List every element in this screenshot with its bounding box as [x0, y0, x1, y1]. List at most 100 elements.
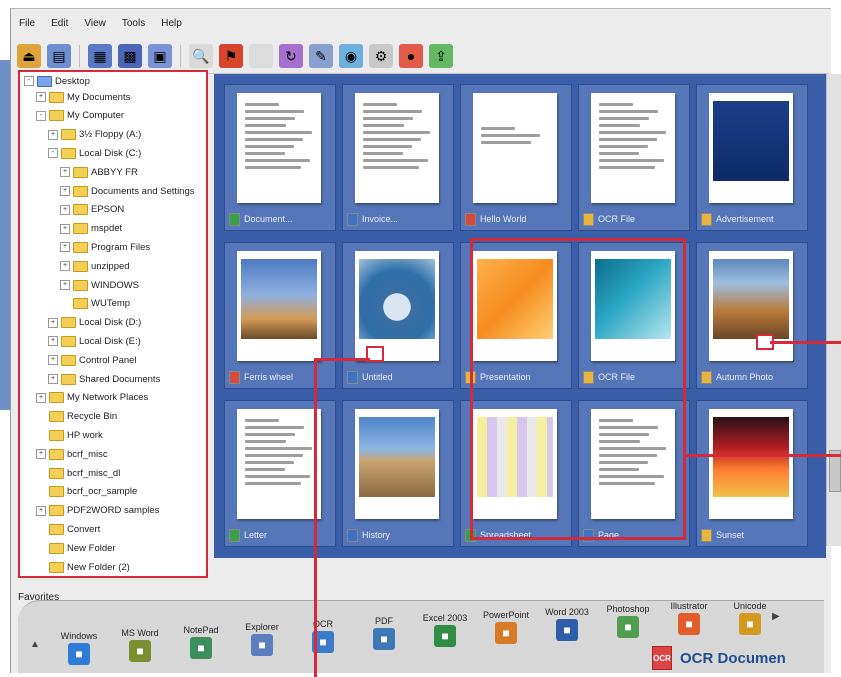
expand-icon[interactable]: + — [36, 92, 46, 102]
tree-item[interactable]: + WINDOWS — [60, 278, 139, 292]
expand-icon[interactable]: + — [48, 355, 58, 366]
view-icon[interactable]: ◉ — [339, 44, 363, 68]
expand-icon[interactable]: + — [60, 186, 70, 196]
edit-icon[interactable]: ✎ — [309, 44, 333, 68]
thumbnail-label-text: Untitled — [362, 372, 393, 382]
expand-icon[interactable]: + — [36, 449, 46, 460]
expand-icon[interactable]: + — [60, 167, 70, 178]
bookmark-icon[interactable]: ⚑ — [219, 44, 243, 68]
dock-item[interactable]: Word 2003 ■ — [542, 607, 592, 641]
dock-item-label: Explorer — [245, 622, 279, 632]
menu-help[interactable]: Help — [161, 18, 182, 29]
menu-view[interactable]: View — [84, 18, 106, 29]
thumbnail-item[interactable]: Sunset — [696, 400, 808, 547]
blank-icon[interactable] — [249, 44, 273, 68]
images-icon[interactable]: ▩ — [118, 44, 142, 68]
expand-icon[interactable]: + — [48, 336, 58, 347]
expand-icon[interactable]: + — [60, 280, 70, 290]
dock-item[interactable]: PDF ■ — [359, 616, 409, 650]
tree-item[interactable]: +3½ Floppy (A:) — [48, 128, 141, 142]
dock-item-label: OCR — [313, 619, 333, 629]
expand-icon[interactable]: + — [48, 129, 58, 140]
expand-icon[interactable]: + — [60, 261, 70, 272]
menu-file[interactable]: File — [19, 18, 35, 29]
dock-item[interactable]: Illustrator ■ — [664, 601, 714, 635]
thumbnail-item[interactable]: OCR File — [578, 84, 690, 231]
thumbnail-label-text: Invoice... — [362, 214, 399, 224]
tree-item[interactable]: + mspdet — [60, 222, 122, 236]
expand-icon[interactable]: + — [60, 223, 70, 234]
dock-item[interactable]: Windows ■ — [54, 631, 104, 665]
thumbnail-item[interactable]: Document... — [224, 84, 336, 231]
collapse-icon[interactable]: - — [48, 148, 58, 159]
dock-left-arrow[interactable]: ▲ — [30, 639, 42, 651]
tree-item[interactable]: bcrf_misc_dl — [36, 466, 120, 480]
thumbnail-item[interactable]: Autumn Photo — [696, 242, 808, 389]
settings-icon[interactable]: ⚙ — [369, 44, 393, 68]
expand-icon[interactable]: + — [60, 242, 70, 253]
tree-item[interactable]: - Local Disk (C:) — [48, 146, 141, 160]
dock-item[interactable]: PowerPoint ■ — [481, 610, 531, 644]
thumbnail-item[interactable]: Ferris wheel — [224, 242, 336, 389]
calendar-icon[interactable]: ▦ — [88, 44, 112, 68]
tree-item[interactable]: + PDF2WORD samples — [36, 504, 159, 518]
magnifier-icon[interactable]: 🔍 — [189, 44, 213, 68]
tree-item[interactable]: + Shared Documents — [48, 372, 160, 386]
dock-item[interactable]: Photoshop ■ — [603, 604, 653, 638]
tree-item[interactable]: Recycle Bin — [36, 410, 117, 424]
expand-icon[interactable]: + — [48, 317, 58, 328]
dock-item[interactable]: Excel 2003 ■ — [420, 613, 470, 647]
collapse-icon[interactable]: - — [36, 110, 46, 121]
tree-item[interactable]: New Folder — [36, 541, 116, 555]
thumbnail-item[interactable]: Advertisement — [696, 84, 808, 231]
grid-icon[interactable]: ▣ — [148, 44, 172, 68]
expand-icon[interactable]: + — [36, 392, 46, 403]
tree-item[interactable]: + EPSON — [60, 203, 124, 217]
expand-icon[interactable]: + — [36, 505, 46, 516]
thumbnail-item[interactable]: Letter — [224, 400, 336, 547]
scanner-icon[interactable]: ▤ — [47, 44, 71, 68]
tree-item[interactable]: bcrf_ocr_sample — [36, 485, 137, 499]
tree-item[interactable]: + ABBYY FR — [60, 165, 138, 179]
tree-item[interactable]: Convert — [36, 522, 100, 536]
web-icon[interactable]: ● — [399, 44, 423, 68]
expand-icon[interactable]: + — [48, 374, 58, 384]
thumbnail-item[interactable]: History — [342, 400, 454, 547]
dock-item[interactable]: MS Word ■ — [115, 628, 165, 662]
menu-edit[interactable]: Edit — [51, 18, 68, 29]
tree-item[interactable]: + Program Files — [60, 240, 150, 254]
export-icon[interactable]: ⇪ — [429, 44, 453, 68]
eject-icon[interactable]: ⏏ — [17, 44, 41, 68]
folder-icon — [49, 429, 64, 441]
dock-item[interactable]: NotePad ■ — [176, 625, 226, 659]
thumbnail-preview — [709, 409, 793, 519]
rotate-icon[interactable]: ↻ — [279, 44, 303, 68]
tree-item[interactable]: + My Documents — [36, 90, 130, 104]
dock-item[interactable]: Unicode ■ — [725, 601, 775, 635]
folder-icon — [49, 486, 64, 498]
vertical-scrollbar[interactable] — [826, 74, 841, 546]
thumbnail-item[interactable]: Invoice... — [342, 84, 454, 231]
tree-item[interactable]: + Control Panel — [48, 353, 137, 367]
tree-item[interactable]: + Local Disk (E:) — [48, 334, 141, 348]
tree-item[interactable]: - My Computer — [36, 109, 124, 123]
tree-item[interactable]: + My Network Places — [36, 391, 148, 405]
menu-tools[interactable]: Tools — [122, 18, 145, 29]
tree-item[interactable]: + Local Disk (D:) — [48, 316, 141, 330]
tree-item[interactable]: WUTemp — [60, 297, 130, 311]
tree-item[interactable]: + Documents and Settings — [60, 184, 195, 198]
expand-icon[interactable]: + — [60, 204, 70, 215]
dock-item[interactable]: Explorer ■ — [237, 622, 287, 656]
tree-root[interactable]: - Desktop — [24, 74, 90, 88]
collapse-icon[interactable]: - — [24, 76, 34, 86]
tree-item[interactable]: + unzipped — [60, 259, 130, 273]
thumbnail-item[interactable]: Hello World — [460, 84, 572, 231]
tree-item[interactable]: + bcrf_misc — [36, 447, 108, 461]
dock-item[interactable]: OCR ■ — [298, 619, 348, 653]
tree-item[interactable]: HP work — [36, 428, 103, 442]
tree-item[interactable]: New Folder (2) — [36, 560, 130, 574]
folder-icon — [73, 241, 88, 253]
thumbnail-label: OCR File — [583, 212, 685, 226]
thumbnail-label-text: History — [362, 530, 391, 540]
thumbnail-item[interactable]: Untitled — [342, 242, 454, 389]
